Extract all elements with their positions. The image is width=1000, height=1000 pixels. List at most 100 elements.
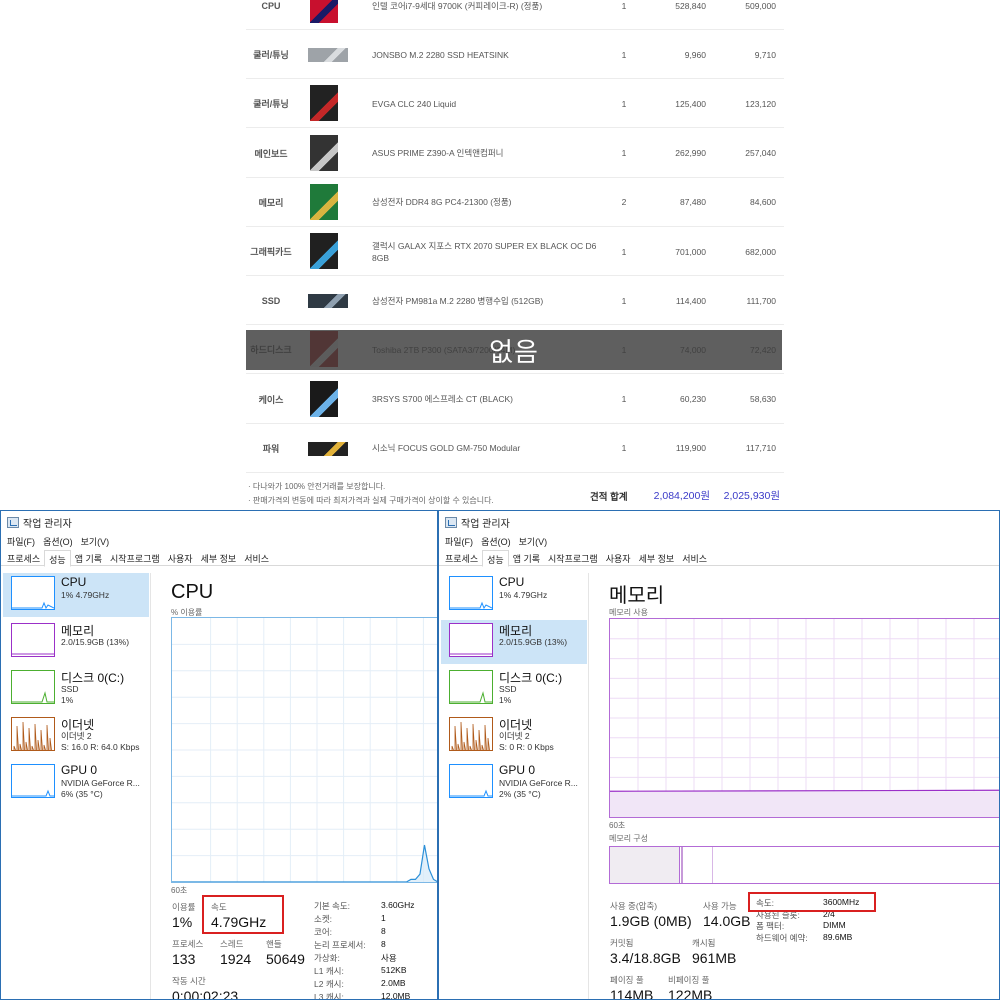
product-name[interactable]: EVGA CLC 240 Liquid bbox=[372, 79, 598, 128]
product-name[interactable]: 삼성전자 PM981a M.2 2280 병행수입 (512GB) bbox=[372, 276, 598, 325]
spec-value: 89.6MB bbox=[823, 931, 853, 942]
subtitle-line: 2.0/15.9GB (13%) bbox=[499, 637, 568, 647]
cpu-usage-graph bbox=[171, 617, 437, 883]
tab-app-history[interactable]: 앱 기록 bbox=[71, 550, 106, 566]
spec-value: 12.0MB bbox=[381, 991, 411, 1000]
menu-options[interactable]: 옵션(O) bbox=[43, 535, 73, 548]
product-name[interactable]: 시소닉 FOCUS GOLD GM-750 Modular bbox=[372, 424, 598, 473]
spec-key: 기본 속도: bbox=[314, 901, 351, 911]
title-bar: 작업 관리자 bbox=[439, 511, 999, 533]
tab-performance[interactable]: 성능 bbox=[482, 550, 509, 567]
mini-graph bbox=[450, 691, 492, 703]
nonpaged-pool-label: 비페이징 풀 bbox=[668, 975, 710, 985]
subtitle-line: NVIDIA GeForce R... bbox=[61, 778, 140, 788]
mini-graph-frame bbox=[449, 576, 493, 610]
total-price-2: 2,025,930원 bbox=[723, 490, 780, 502]
spec-key: L1 캐시: bbox=[314, 966, 344, 976]
processes-value: 133 bbox=[172, 951, 196, 967]
memory-usage-line bbox=[609, 789, 999, 792]
sidebar-item-subtitle: NVIDIA GeForce R... 6% (35 °C) bbox=[61, 778, 140, 799]
mini-graph bbox=[13, 721, 52, 751]
tab-performance[interactable]: 성능 bbox=[44, 550, 71, 567]
quote-row: SSD 삼성전자 PM981a M.2 2280 병행수입 (512GB) 1 114… bbox=[246, 276, 784, 326]
graph-caption: 메모리 사용 bbox=[609, 608, 649, 617]
mini-graph bbox=[12, 601, 55, 610]
product-name[interactable]: JONSBO M.2 2280 SSD HEATSINK bbox=[372, 30, 598, 79]
price-1: 9,960 bbox=[684, 49, 706, 60]
spec-key: L3 캐시: bbox=[314, 992, 344, 1000]
sidebar-item-disk[interactable]: 디스크 0(C:) SSD 1% bbox=[441, 667, 587, 711]
utilization-value: 1% bbox=[172, 914, 193, 930]
quantity: 1 bbox=[621, 49, 627, 60]
page-title: 메모리 bbox=[609, 585, 665, 607]
subtitle-line: 2.0/15.9GB (13%) bbox=[61, 637, 130, 647]
subtitle-line: S: 0 R: 0 Kbps bbox=[499, 741, 554, 752]
memory-composition-bar bbox=[609, 846, 999, 884]
product-name[interactable]: 3RSYS S700 에스프레소 CT (BLACK) bbox=[372, 375, 598, 424]
product-image bbox=[310, 85, 338, 122]
tab-app-history[interactable]: 앱 기록 bbox=[509, 550, 544, 566]
tab-startup[interactable]: 시작프로그램 bbox=[106, 550, 164, 566]
spec-key: 코어: bbox=[314, 927, 333, 937]
price-2: 9,710 bbox=[754, 49, 776, 60]
menu-view[interactable]: 보기(V) bbox=[81, 535, 110, 548]
graph-time-caption: 60초 bbox=[171, 886, 188, 895]
subtitle-line: 2% (35 °C) bbox=[499, 788, 541, 799]
subtitle-line: S: 16.0 R: 64.0 Kbps bbox=[61, 741, 140, 752]
product-image bbox=[308, 294, 348, 309]
sidebar-item-memory[interactable]: 메모리 2.0/15.9GB (13%) bbox=[3, 620, 149, 664]
sidebar-item-memory[interactable]: 메모리 2.0/15.9GB (13%) bbox=[441, 620, 587, 664]
tab-users[interactable]: 사용자 bbox=[602, 550, 635, 566]
subtitle-line: NVIDIA GeForce R... bbox=[499, 778, 578, 788]
paged-pool-label: 페이징 풀 bbox=[610, 975, 644, 985]
mini-graph-frame bbox=[11, 670, 55, 704]
sidebar-item-cpu[interactable]: CPU 1% 4.79GHz bbox=[3, 573, 149, 617]
tab-details[interactable]: 세부 정보 bbox=[635, 550, 679, 566]
tab-services[interactable]: 서비스 bbox=[678, 550, 711, 566]
tab-startup[interactable]: 시작프로그램 bbox=[544, 550, 602, 566]
menu-view[interactable]: 보기(V) bbox=[519, 535, 548, 548]
total-label: 견적 합계 bbox=[590, 492, 628, 503]
tab-processes[interactable]: 프로세스 bbox=[3, 550, 44, 566]
mini-graph bbox=[450, 653, 492, 655]
quote-row: 그래픽카드 갤럭시 GALAX 지포스 RTX 2070 SUPER EX BLA… bbox=[246, 227, 784, 276]
sidebar-item-gpu[interactable]: GPU 0 NVIDIA GeForce R... 2% (35 °C) bbox=[441, 761, 587, 805]
sidebar-item-subtitle: 2.0/15.9GB (13%) bbox=[61, 637, 129, 648]
product-name[interactable]: 인텔 코어i7-9세대 9700K (커피레이크-R) (정품) bbox=[372, 0, 598, 30]
spec-value: 사용 bbox=[381, 953, 397, 963]
spec-value: 1 bbox=[381, 913, 386, 923]
sidebar-item-ethernet[interactable]: 이더넷 이더넷 2 S: 16.0 R: 64.0 Kbps bbox=[3, 714, 149, 758]
product-name[interactable]: ASUS PRIME Z390-A 인텍앤컴퍼니 bbox=[372, 129, 598, 178]
tab-users[interactable]: 사용자 bbox=[164, 550, 197, 566]
sidebar-item-ethernet[interactable]: 이더넷 이더넷 2 S: 0 R: 0 Kbps bbox=[441, 714, 587, 758]
spec-key: 하드웨어 예약: bbox=[756, 932, 808, 943]
sidebar-item-subtitle: NVIDIA GeForce R... 2% (35 °C) bbox=[499, 778, 578, 799]
price-1: 262,990 bbox=[675, 148, 706, 159]
quote-row: 쿨러/튜닝 JONSBO M.2 2280 SSD HEATSINK 1 9,960 9… bbox=[246, 30, 784, 80]
tab-services[interactable]: 서비스 bbox=[240, 550, 273, 566]
mini-graph-frame bbox=[449, 717, 493, 751]
menu-options[interactable]: 옵션(O) bbox=[481, 535, 511, 548]
memory-graph-plot bbox=[609, 619, 999, 817]
product-name[interactable]: 삼성전자 DDR4 8G PC4-21300 (정품) bbox=[372, 178, 598, 227]
subtitle-line: SSD bbox=[499, 684, 517, 694]
product-image bbox=[310, 0, 338, 23]
price-2: 509,000 bbox=[745, 0, 776, 11]
price-1: 60,230 bbox=[680, 394, 706, 405]
category-label: 케이스 bbox=[258, 394, 284, 405]
product-name[interactable]: 갤럭시 GALAX 지포스 RTX 2070 SUPER EX BLACK OC… bbox=[372, 227, 598, 276]
sidebar-item-cpu[interactable]: CPU 1% 4.79GHz bbox=[441, 573, 587, 617]
subtitle-line: 1% 4.79GHz bbox=[499, 590, 548, 600]
threads-label: 스레드 bbox=[220, 939, 244, 949]
menu-file[interactable]: 파일(F) bbox=[7, 535, 35, 548]
composition-caption: 메모리 구성 bbox=[609, 834, 649, 843]
sidebar-item-gpu[interactable]: GPU 0 NVIDIA GeForce R... 6% (35 °C) bbox=[3, 761, 149, 805]
committed-value: 3.4/18.8GB bbox=[610, 950, 681, 966]
menu-file[interactable]: 파일(F) bbox=[445, 535, 473, 548]
tab-details[interactable]: 세부 정보 bbox=[197, 550, 241, 566]
none-overlay: 없음 bbox=[246, 330, 782, 370]
product-image bbox=[310, 380, 338, 417]
tab-processes[interactable]: 프로세스 bbox=[441, 550, 482, 566]
sidebar-item-disk[interactable]: 디스크 0(C:) SSD 1% bbox=[3, 667, 149, 711]
price-2: 117,710 bbox=[745, 443, 776, 454]
